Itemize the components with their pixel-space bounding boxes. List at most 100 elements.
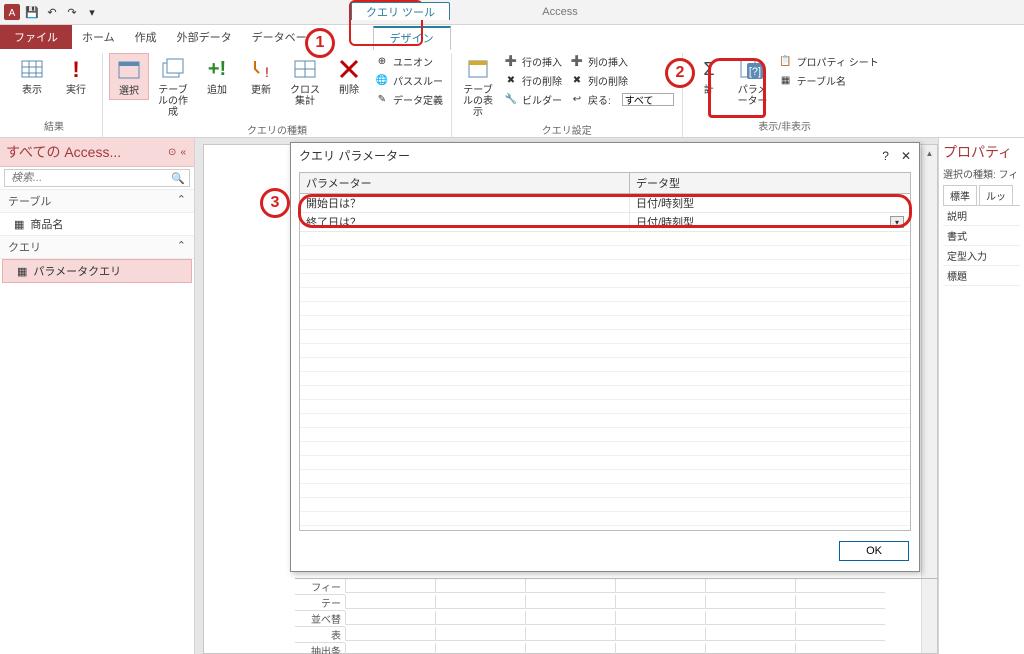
passthrough-button[interactable]: 🌐パススルー	[373, 72, 445, 89]
datatype-value: 日付/時刻型	[636, 214, 694, 230]
empty-row[interactable]	[300, 260, 910, 274]
redo-icon[interactable]: ↷	[64, 4, 80, 20]
vertical-scrollbar[interactable]: ▲	[921, 145, 937, 653]
quick-access-toolbar: A 💾 ↶ ↷ ▾	[4, 4, 100, 20]
datatype-cell[interactable]: 日付/時刻型▾	[630, 194, 910, 212]
show-table-label: テーブルの表示	[460, 85, 496, 118]
delete-rows-button[interactable]: ✖行の削除	[502, 72, 564, 89]
show-table-button[interactable]: テーブルの表示	[458, 53, 498, 120]
property-row[interactable]: 説明	[943, 206, 1020, 226]
scroll-up-icon[interactable]: ▲	[922, 145, 937, 161]
empty-row[interactable]	[300, 274, 910, 288]
svg-text:Σ: Σ	[703, 59, 714, 79]
run-button[interactable]: ! 実行	[56, 53, 96, 98]
data-definition-button[interactable]: ✎データ定義	[373, 91, 445, 108]
empty-row[interactable]	[300, 414, 910, 428]
empty-row[interactable]	[300, 232, 910, 246]
empty-row[interactable]	[300, 288, 910, 302]
qat-dropdown-icon[interactable]: ▾	[84, 4, 100, 20]
empty-row[interactable]	[300, 358, 910, 372]
empty-row[interactable]	[300, 428, 910, 442]
tab-external-data[interactable]: 外部データ	[167, 25, 242, 49]
datatype-cell[interactable]: 日付/時刻型 ▾	[630, 213, 910, 231]
crosstab-button[interactable]: クロス集計	[285, 53, 325, 109]
datatype-value: 日付/時刻型	[636, 195, 694, 211]
update-button[interactable]: ! 更新	[241, 53, 281, 98]
property-tab-general[interactable]: 標準	[943, 185, 977, 205]
search-icon[interactable]: 🔍	[171, 172, 185, 185]
nav-item-parameter-query[interactable]: ▦ パラメータクエリ	[2, 259, 192, 283]
update-label: 更新	[251, 85, 271, 96]
parameter-row[interactable]: 開始日は？ 日付/時刻型▾	[300, 194, 910, 213]
view-button[interactable]: 表示	[12, 53, 52, 98]
property-sheet-label: プロパティ シート	[797, 54, 879, 69]
property-row[interactable]: 標題	[943, 266, 1020, 286]
empty-row[interactable]	[300, 302, 910, 316]
crosstab-icon	[291, 55, 319, 83]
property-row[interactable]: 書式	[943, 226, 1020, 246]
builder-button[interactable]: 🔧ビルダー	[502, 91, 564, 108]
empty-row[interactable]	[300, 498, 910, 512]
tab-home[interactable]: ホーム	[72, 25, 125, 49]
property-tab-lookup[interactable]: ルッ	[979, 185, 1013, 205]
property-row[interactable]: 定型入力	[943, 246, 1020, 266]
nav-dropdown-icon[interactable]: ⊙	[166, 147, 178, 158]
parameter-cell[interactable]: 終了日は？	[300, 213, 630, 231]
column-datatype-header: データ型	[630, 173, 686, 193]
empty-row[interactable]	[300, 512, 910, 526]
insert-rows-button[interactable]: ➕行の挿入	[502, 53, 564, 70]
nav-section-queries[interactable]: クエリ ⌃	[0, 235, 194, 259]
design-grid[interactable]: フィー テー 並べ替 表 抽出条 また	[295, 578, 938, 654]
table-names-button[interactable]: ▦テーブル名	[777, 72, 881, 89]
tab-design[interactable]: デザイン	[373, 26, 451, 50]
empty-row[interactable]	[300, 344, 910, 358]
nav-header[interactable]: すべての Access... ⊙ «	[0, 138, 194, 167]
nav-collapse-icon[interactable]: «	[178, 147, 188, 158]
nav-section-tables[interactable]: テーブル ⌃	[0, 189, 194, 213]
parameter-row[interactable]: 終了日は？ 日付/時刻型 ▾	[300, 213, 910, 232]
save-icon[interactable]: 💾	[24, 4, 40, 20]
ribbon-tabs: ファイル ホーム 作成 外部データ データベー デザイン	[0, 25, 1024, 49]
parameter-cell[interactable]: 開始日は？	[300, 194, 630, 212]
callout-3: 3	[260, 188, 290, 218]
tab-create[interactable]: 作成	[125, 25, 167, 49]
empty-row[interactable]	[300, 484, 910, 498]
append-button[interactable]: +! 追加	[197, 53, 237, 98]
passthrough-icon: 🌐	[375, 74, 389, 88]
svg-text:!: !	[265, 64, 269, 80]
empty-row[interactable]	[300, 470, 910, 484]
empty-row[interactable]	[300, 246, 910, 260]
empty-row[interactable]	[300, 456, 910, 470]
nav-search-input[interactable]	[9, 171, 171, 185]
return-button[interactable]: ↩戻る:	[568, 91, 676, 108]
property-sheet-button[interactable]: 📋プロパティ シート	[777, 53, 881, 70]
nav-search[interactable]: 🔍	[4, 169, 190, 187]
collapse-icon[interactable]: ⌃	[177, 193, 186, 209]
dialog-close-button[interactable]: ✕	[901, 149, 911, 163]
update-icon: !	[247, 55, 275, 83]
totals-label: 計	[704, 85, 714, 96]
select-query-button[interactable]: 選択	[109, 53, 149, 100]
tab-file[interactable]: ファイル	[0, 25, 72, 49]
empty-row[interactable]	[300, 330, 910, 344]
empty-row[interactable]	[300, 372, 910, 386]
empty-row[interactable]	[300, 316, 910, 330]
empty-row[interactable]	[300, 442, 910, 456]
empty-row[interactable]	[300, 386, 910, 400]
nav-item-table-products[interactable]: ▦ 商品名	[0, 213, 194, 235]
dialog-titlebar[interactable]: クエリ パラメーター ? ✕	[291, 143, 919, 168]
parameters-button[interactable]: [?] パラメーター	[733, 53, 773, 109]
union-button[interactable]: ⊕ユニオン	[373, 53, 445, 70]
delete-query-button[interactable]: 削除	[329, 53, 369, 98]
ok-button[interactable]: OK	[839, 541, 909, 561]
insert-columns-button[interactable]: ➕列の挿入	[568, 53, 676, 70]
delete-columns-button[interactable]: ✖列の削除	[568, 72, 676, 89]
make-table-button[interactable]: テーブルの作成	[153, 53, 193, 120]
undo-icon[interactable]: ↶	[44, 4, 60, 20]
dialog-grid-rows[interactable]: 開始日は？ 日付/時刻型▾ 終了日は？ 日付/時刻型▾	[300, 194, 910, 530]
collapse-icon[interactable]: ⌃	[177, 239, 186, 255]
dialog-help-button[interactable]: ?	[882, 149, 889, 163]
empty-row[interactable]	[300, 400, 910, 414]
return-select[interactable]	[622, 93, 674, 106]
dropdown-icon[interactable]: ▾	[890, 216, 904, 228]
